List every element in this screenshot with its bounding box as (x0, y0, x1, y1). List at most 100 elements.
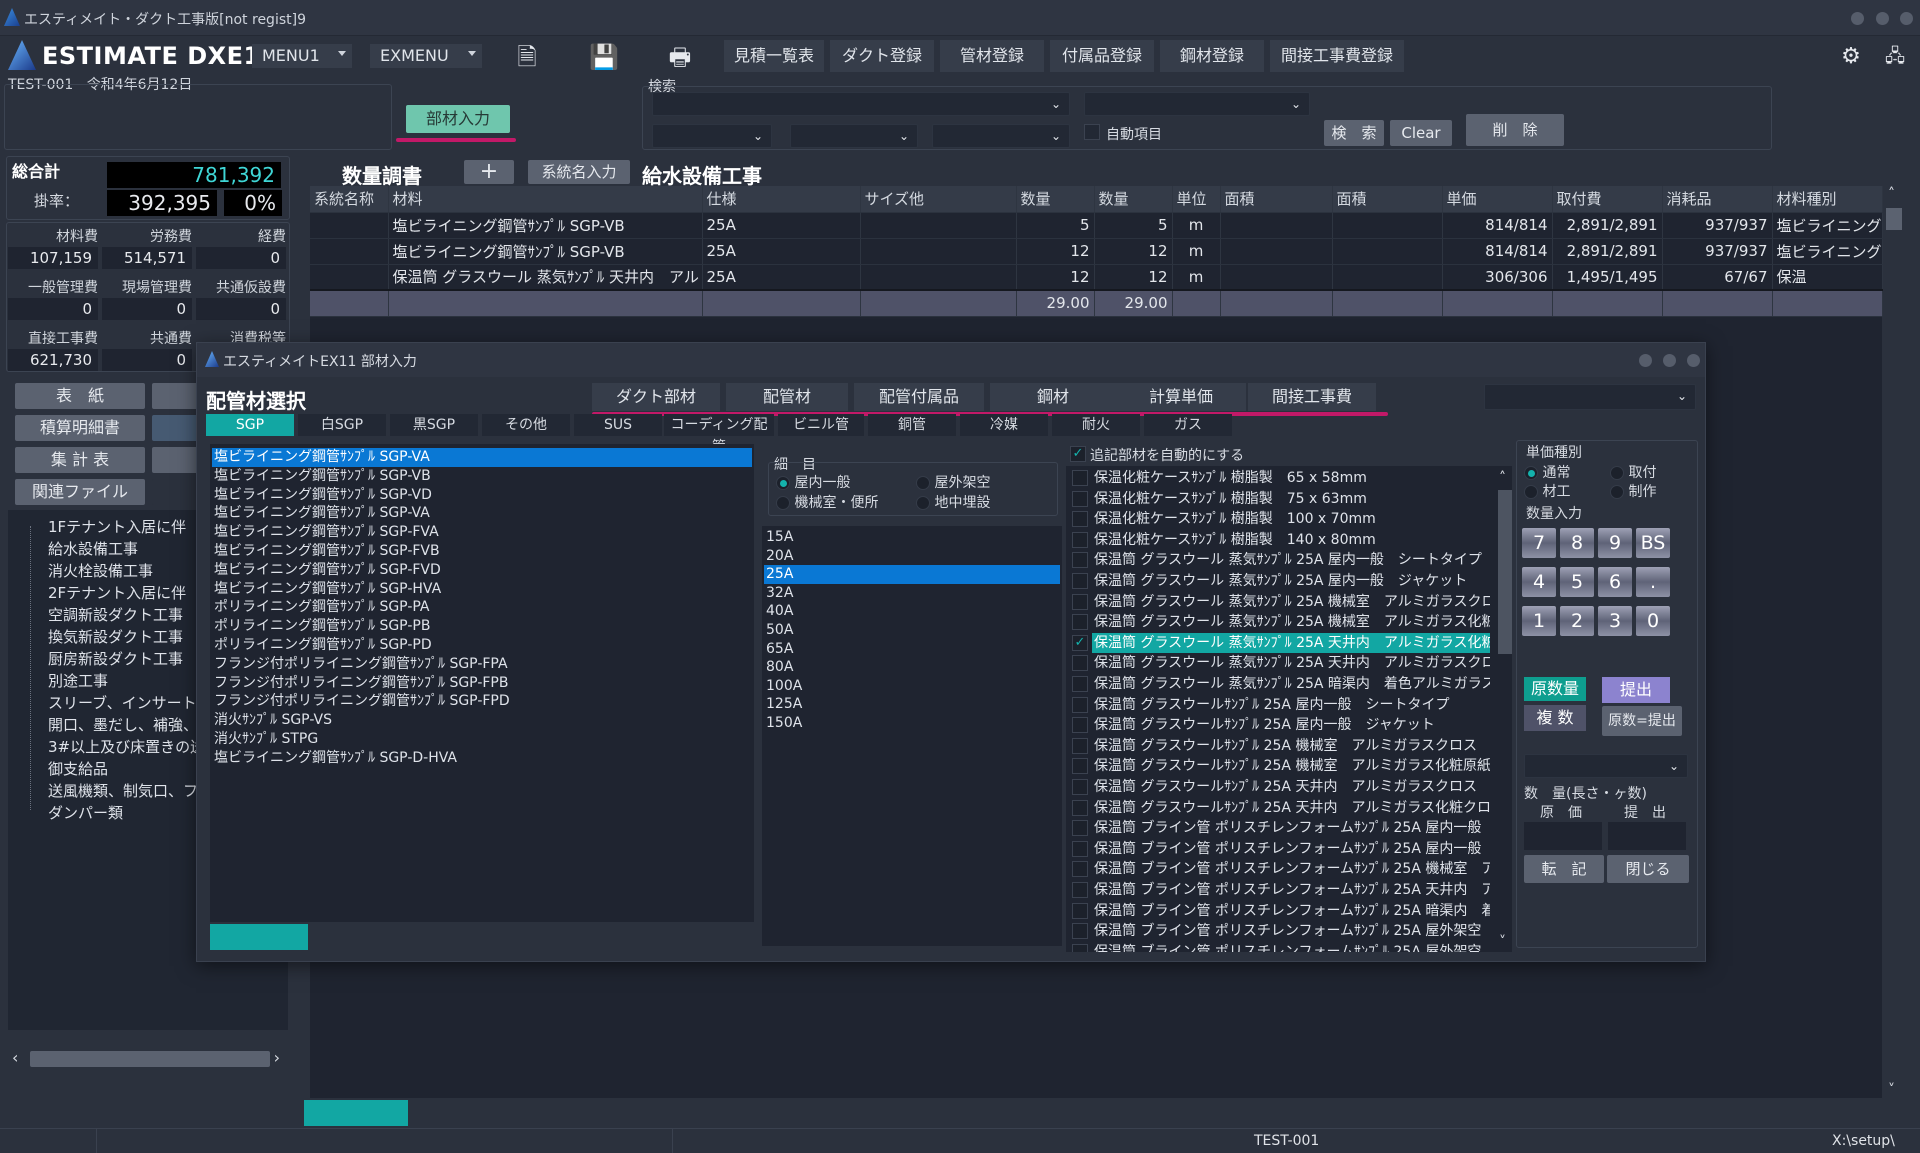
scroll-thumb[interactable] (1886, 208, 1902, 230)
accessory-checkbox[interactable] (1072, 737, 1088, 754)
original-equals-submit-button[interactable]: 原数=提出 (1602, 706, 1682, 736)
keypad-key[interactable]: 1 (1522, 606, 1556, 636)
new-file-icon[interactable]: 🗎 (512, 42, 542, 72)
list-item[interactable]: ポリライニング鋼管ｻﾝﾌﾟﾙ SGP-PA (212, 598, 752, 617)
radio-fabricate[interactable]: 制作 (1610, 481, 1656, 501)
accessory-checkbox[interactable] (1072, 779, 1088, 795)
size-item[interactable]: 125A (764, 695, 1060, 714)
list-item[interactable]: 塩ビライニング鋼管ｻﾝﾌﾟﾙ SGP-FVA (212, 523, 752, 542)
accessory-vscrollbar[interactable]: ˄ ˅ (1496, 470, 1514, 950)
submit-qty-field[interactable] (1608, 822, 1686, 850)
category-coating[interactable]: コーディング配管 (664, 414, 774, 455)
chevron-down-icon[interactable]: ˅ (1499, 934, 1506, 950)
col-header[interactable]: サイズ他 (860, 186, 1017, 213)
radio-machine-room[interactable]: 機械室・便所 (776, 492, 878, 512)
cell[interactable]: 12 (1094, 264, 1173, 291)
list-item[interactable]: 消火ｻﾝﾌﾟﾙ SGP-VS (212, 711, 752, 730)
accessory-row[interactable]: 保温筒 ブライン管 ポリスチレンフォームｻﾝﾌﾟﾙ 25A 機械室 アル (1070, 859, 1490, 879)
accessory-checkbox[interactable] (1072, 655, 1088, 672)
radio-button[interactable] (916, 496, 930, 510)
dialog-maximize-button[interactable] (1663, 354, 1676, 367)
qty-type-dropdown[interactable]: ⌄ (1524, 754, 1688, 778)
material-list-indicator[interactable] (210, 924, 308, 950)
search-dropdown-5[interactable]: ⌄ (932, 124, 1070, 148)
size-item[interactable]: 15A (764, 528, 1060, 547)
radio-button[interactable] (1524, 466, 1538, 480)
list-item[interactable]: 塩ビライニング鋼管ｻﾝﾌﾟﾙ SGP-VB (212, 467, 752, 486)
keypad-key[interactable]: 7 (1522, 528, 1556, 558)
accessory-row[interactable]: 保温筒 ブライン管 ポリスチレンフォームｻﾝﾌﾟﾙ 25A 屋内一般 シ (1070, 818, 1490, 838)
related-files-button[interactable]: 関連ファイル (15, 479, 145, 505)
list-item[interactable]: 塩ビライニング鋼管ｻﾝﾌﾟﾙ SGP-D-HVA (212, 749, 752, 768)
category-black-sgp[interactable]: 黒SGP (390, 414, 478, 436)
col-header[interactable]: 材料 (388, 186, 703, 213)
tab-pipe-accessories[interactable]: 配管付属品 (854, 383, 984, 411)
cell[interactable]: 5 (1016, 212, 1095, 239)
dialog-close-button[interactable] (1687, 354, 1700, 367)
accessory-checkbox[interactable] (1072, 943, 1088, 952)
category-gas[interactable]: ガス (1144, 414, 1232, 436)
exmenu-dropdown[interactable]: EXMENU (370, 44, 482, 68)
size-list[interactable]: 15A 20A 25A 32A 40A 50A 65A 80A 100A 125A 150A (762, 526, 1062, 946)
radio-button[interactable] (916, 476, 930, 490)
accessory-checkbox[interactable] (1072, 758, 1088, 775)
accessory-checkbox[interactable] (1072, 902, 1088, 919)
tree-hscrollbar[interactable]: ‹ › (8, 1048, 288, 1070)
accessory-row[interactable]: 保温化粧ケースｻﾝﾌﾟﾙ 樹脂製 65 x 58mm (1070, 468, 1490, 488)
search-dropdown-4[interactable]: ⌄ (790, 124, 918, 148)
size-item[interactable]: 32A (764, 584, 1060, 603)
chevron-up-icon[interactable]: ˄ (1499, 470, 1506, 486)
accessory-checkbox[interactable] (1072, 593, 1088, 610)
cell[interactable] (310, 212, 389, 239)
category-vinyl[interactable]: ビニル管 (778, 414, 864, 436)
list-item[interactable]: 塩ビライニング鋼管ｻﾝﾌﾟﾙ SGP-VD (212, 486, 752, 505)
cell[interactable]: 25A (702, 212, 861, 239)
table-row[interactable]: 保温筒 グラスウール 蒸気ｻﾝﾌﾟﾙ 天井内 アル 25A 12 12 m 306/306… (310, 264, 1883, 291)
minimize-button[interactable] (1851, 12, 1864, 25)
category-refrigerant[interactable]: 冷媒 (960, 414, 1048, 436)
cell[interactable]: 2,891/2,891 (1552, 238, 1663, 265)
cell[interactable] (1332, 238, 1443, 265)
tab-duct-parts[interactable]: ダクト部材 (592, 383, 720, 411)
size-item[interactable]: 65A (764, 640, 1060, 659)
dialog-dropdown[interactable]: ⌄ (1484, 384, 1696, 410)
cell[interactable] (860, 238, 1017, 265)
cell[interactable] (1220, 238, 1333, 265)
cell[interactable]: m (1172, 264, 1221, 291)
accessory-row[interactable]: 保温筒 グラスウールｻﾝﾌﾟﾙ 25A 機械室 アルミガラスクロス (1070, 736, 1490, 756)
auto-item-checkbox[interactable] (1084, 124, 1100, 140)
tree-item[interactable]: 空調新設ダクト工事 (48, 604, 183, 625)
col-header[interactable]: 材料種別 (1772, 186, 1883, 213)
tree-item[interactable]: 給水設備工事 (48, 538, 138, 559)
estimate-detail-button[interactable]: 積算明細書 (15, 415, 145, 441)
list-item[interactable]: フランジ付ポリライニング鋼管ｻﾝﾌﾟﾙ SGP-FPB (212, 674, 752, 693)
material-list[interactable]: 塩ビライニング鋼管ｻﾝﾌﾟﾙ SGP-VA 塩ビライニング鋼管ｻﾝﾌﾟﾙ SGP-… (210, 444, 754, 922)
list-item[interactable]: 塩ビライニング鋼管ｻﾝﾌﾟﾙ SGP-FVD (212, 561, 752, 580)
keypad-key[interactable]: 2 (1560, 606, 1594, 636)
col-header[interactable]: 消耗品 (1662, 186, 1773, 213)
cell[interactable]: 塩ビライニング鋼管ｻﾝﾌﾟﾙ SGP-VB (388, 238, 703, 265)
keypad-key[interactable]: 0 (1636, 606, 1670, 636)
accessory-row[interactable]: 保温筒 グラスウール 蒸気ｻﾝﾌﾟﾙ 25A 機械室 アルミガラスクロス (1070, 592, 1490, 612)
accessory-row[interactable]: 保温化粧ケースｻﾝﾌﾟﾙ 樹脂製 75 x 63mm (1070, 489, 1490, 509)
multiple-button[interactable]: 複 数 (1524, 705, 1586, 731)
summary-button[interactable]: 集 計 表 (15, 447, 145, 473)
keypad-key[interactable]: 6 (1598, 567, 1632, 597)
accessory-checkbox[interactable] (1072, 717, 1088, 734)
cell[interactable]: 67/67 (1662, 264, 1773, 291)
accessory-checkbox[interactable] (1072, 882, 1088, 898)
tab-indirect-cost[interactable]: 間接工事費 (1248, 383, 1376, 411)
col-header[interactable]: 単位 (1172, 186, 1221, 213)
tree-item[interactable]: 開口、墨だし、補強、 (48, 714, 198, 735)
cell[interactable]: 2,891/2,891 (1552, 212, 1663, 239)
accessory-register-button[interactable]: 付属品登録 (1050, 40, 1154, 72)
accessory-checkbox[interactable] (1072, 531, 1088, 548)
radio-material-labor[interactable]: 材工 (1524, 481, 1570, 501)
pipe-register-button[interactable]: 管材登録 (940, 40, 1044, 72)
category-fireproof[interactable]: 耐火 (1052, 414, 1140, 436)
estimate-list-button[interactable]: 見積一覧表 (724, 40, 824, 72)
tree-item[interactable]: 送風機類、制気口、フ (48, 780, 198, 801)
tree-item[interactable]: 換気新設ダクト工事 (48, 626, 183, 647)
accessory-checkbox[interactable]: ✓ (1072, 634, 1088, 651)
accessory-checkbox[interactable] (1072, 696, 1088, 713)
